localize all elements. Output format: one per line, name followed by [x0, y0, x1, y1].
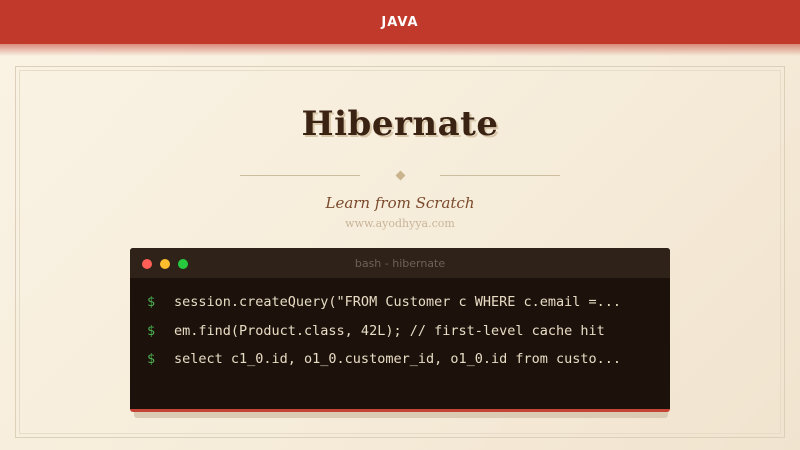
code-line: $ em.find(Product.class, 42L); // first-…	[130, 317, 670, 346]
terminal-title: bash - hibernate	[354, 256, 446, 270]
divider-right	[440, 175, 560, 176]
top-bar-shadow	[0, 44, 800, 56]
subtitle: Learn from Scratch	[325, 194, 475, 212]
prompt-symbol: $	[147, 294, 156, 311]
prompt-symbol: $	[147, 322, 156, 339]
terminal-titlebar: bash - hibernate	[130, 248, 670, 278]
page-title: Hibernate	[301, 104, 499, 144]
website-url: www.ayodhyya.com	[345, 217, 455, 230]
code-line: $ session.createQuery("FROM Customer c W…	[130, 288, 670, 317]
category-label: JAVA	[381, 14, 419, 30]
terminal-window: bash - hibernate $ session.createQuery("…	[130, 248, 670, 412]
close-window-dot-icon[interactable]	[142, 259, 152, 269]
code-line: $ select c1_0.id, o1_0.customer_id, o1_0…	[130, 345, 670, 374]
terminal-body: $ session.createQuery("FROM Customer c W…	[130, 278, 670, 374]
maximize-window-dot-icon[interactable]	[178, 259, 188, 269]
command-text: session.createQuery("FROM Customer c WHE…	[174, 294, 622, 311]
top-bar: JAVA	[0, 0, 800, 44]
command-text: em.find(Product.class, 42L); // first-le…	[174, 322, 605, 339]
prompt-symbol: $	[147, 351, 156, 368]
minimize-window-dot-icon[interactable]	[160, 259, 170, 269]
divider-left	[240, 175, 360, 176]
command-text: select c1_0.id, o1_0.customer_id, o1_0.i…	[174, 351, 622, 368]
